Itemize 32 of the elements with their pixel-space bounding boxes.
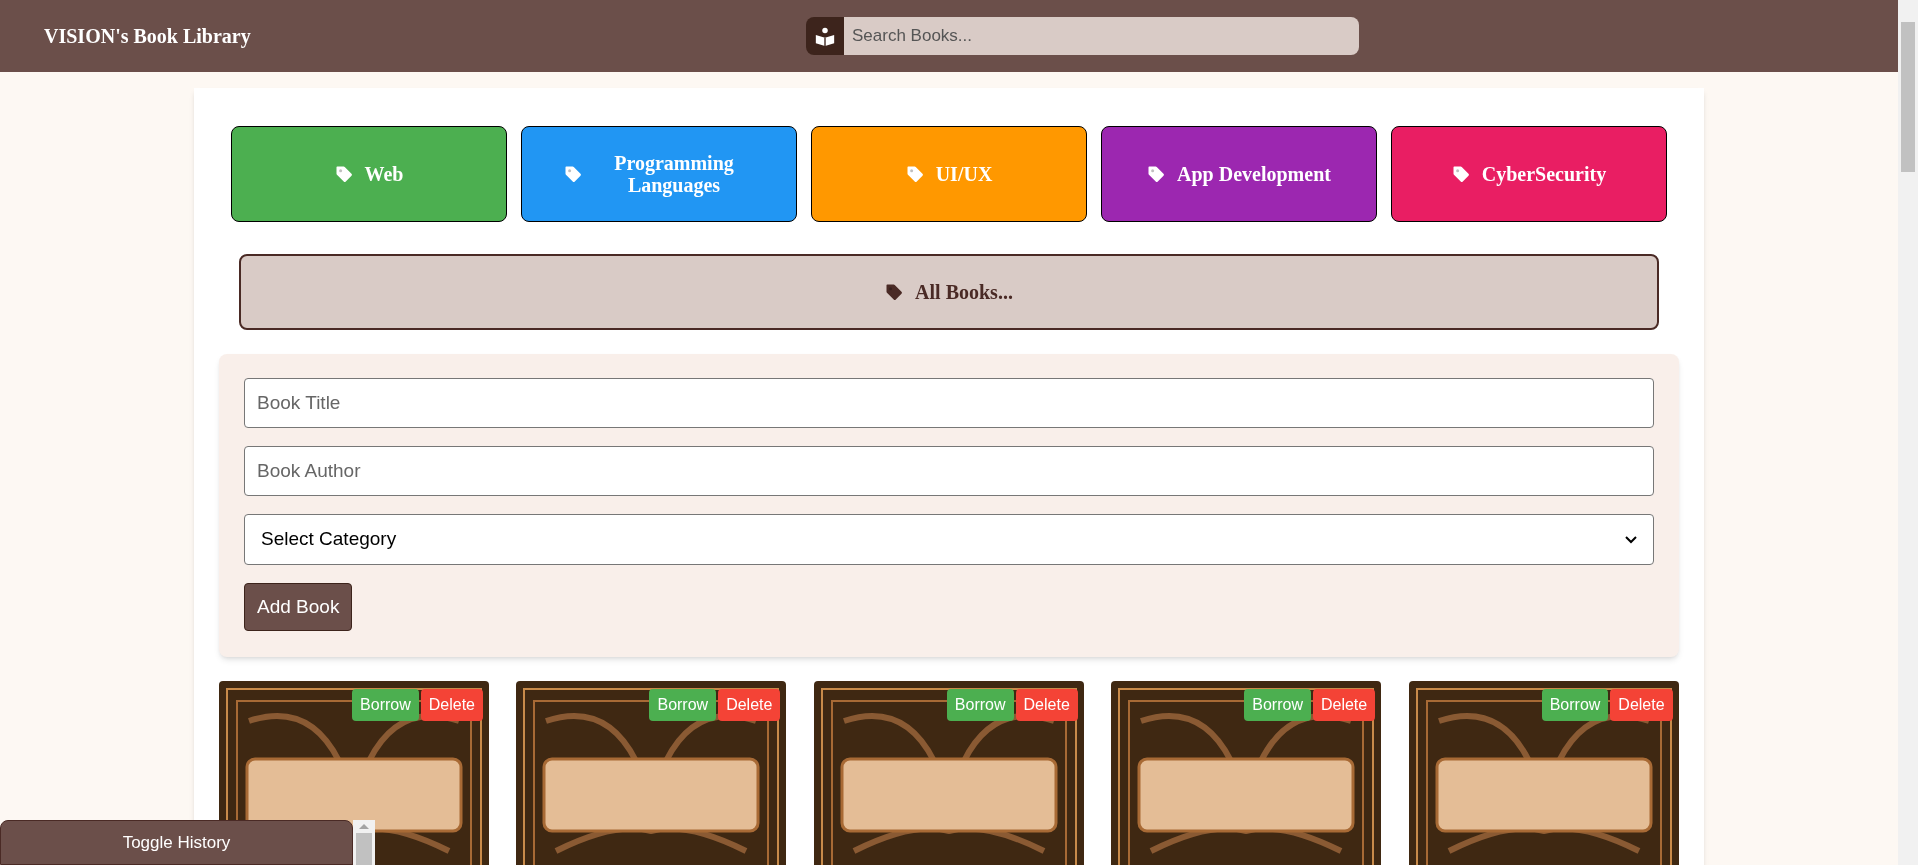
tag-icon [905,165,924,183]
toggle-history-button[interactable]: Toggle History [0,820,353,865]
history-scrollbar [353,820,375,865]
delete-button[interactable]: Delete [1015,689,1078,721]
tag-icon [334,165,353,183]
category-button[interactable]: CyberSecurity [1391,126,1667,222]
borrow-button[interactable]: Borrow [649,689,717,721]
borrow-button[interactable]: Borrow [1244,689,1311,721]
book-author-field[interactable]: Book Author [244,446,1654,496]
delete-button[interactable]: Delete [1610,689,1673,721]
tag-icon [564,165,582,183]
category-button[interactable]: UI/UX [811,126,1087,222]
delete-button[interactable]: Delete [1312,689,1376,721]
borrow-button[interactable]: Borrow [352,689,419,721]
borrow-button[interactable]: Borrow [946,689,1014,721]
borrow-button[interactable]: Borrow [1541,689,1609,721]
category-button[interactable]: App Development [1101,126,1377,222]
tag-icon [1451,165,1470,183]
tag-icon [885,283,904,301]
add-book-button[interactable]: Add Book [244,583,353,631]
site-title: VISION's Book Library [44,24,252,50]
category-button[interactable]: Web [231,126,507,222]
category-select[interactable]: Select Category [244,514,1654,565]
delete-button[interactable]: Delete [420,689,483,721]
tag-icon [1147,165,1166,183]
delete-button[interactable]: Delete [718,689,781,721]
all-books-button[interactable]: All Books... [239,254,1659,330]
chevron-down-icon [1625,535,1637,544]
book-title-field[interactable]: Book Title [244,378,1654,428]
category-button[interactable]: Programming Languages [521,126,797,222]
book-reader-icon [806,17,844,55]
search-field[interactable]: Search Books... [844,17,1359,55]
